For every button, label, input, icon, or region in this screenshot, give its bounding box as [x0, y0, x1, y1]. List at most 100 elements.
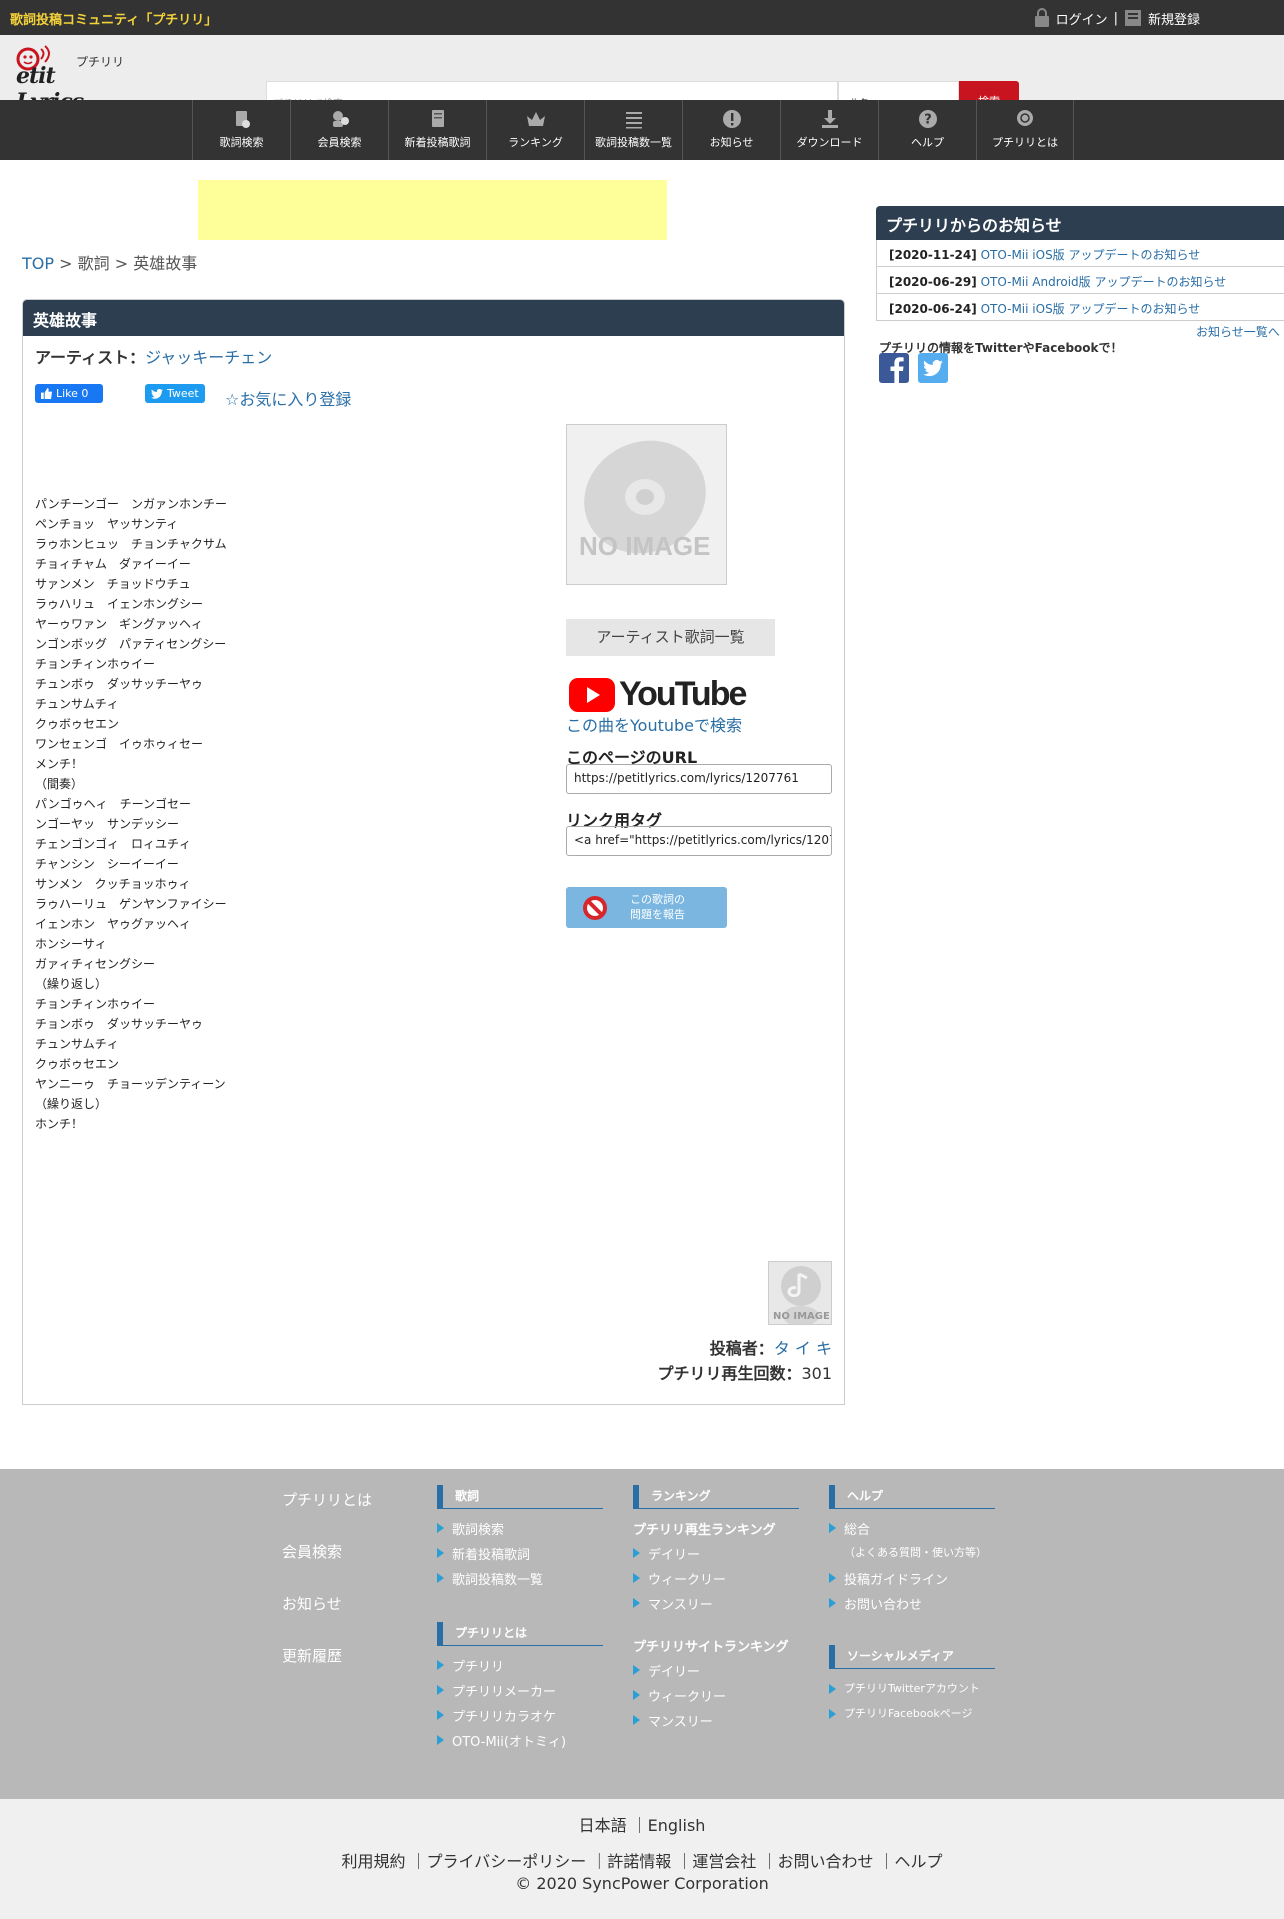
- news-link[interactable]: OTO-Mii iOS版 アップデートのお知らせ: [981, 248, 1201, 262]
- lyrics-panel: 英雄故事 アーティスト：ジャッキーチェン Like 0 Tweet ☆お気に入り…: [22, 299, 845, 1405]
- nav-item-6[interactable]: お知らせ: [682, 100, 780, 160]
- facebook-icon[interactable]: [879, 353, 909, 383]
- footer-social-list: プチリリTwitterアカウント プチリリFacebookページ: [829, 1680, 980, 1730]
- breadcrumb-lyrics[interactable]: 歌詞: [78, 254, 110, 273]
- news-more-link[interactable]: お知らせ一覧へ: [1196, 323, 1280, 340]
- lyric-line: ペンチョッ ヤッサンティ: [35, 517, 179, 531]
- login-link[interactable]: ログイン: [1056, 9, 1108, 28]
- member-search-icon: [332, 111, 349, 127]
- footer-link[interactable]: ウィークリー: [633, 1569, 726, 1594]
- news-item[interactable]: [2020-11-24] OTO-Mii iOS版 アップデートのお知らせ: [877, 240, 1284, 267]
- nav-item-7[interactable]: ダウンロード: [780, 100, 878, 160]
- lyric-line: イェンホン ヤゥグァッヘィ: [35, 917, 192, 931]
- nav-item-label: ヘルプ: [911, 136, 944, 149]
- nav-item-2[interactable]: 会員検索: [290, 100, 388, 160]
- poster-no-image-text: NO IMAGE: [773, 1311, 830, 1322]
- footer-link[interactable]: マンスリー: [633, 1594, 726, 1619]
- language-switcher[interactable]: 日本語 ｜English: [0, 1812, 1284, 1836]
- footer-link[interactable]: お問い合わせ: [829, 1594, 987, 1619]
- lyric-line: パンチーンゴー ンガァンホンチー: [35, 497, 228, 511]
- favorite-link[interactable]: ☆お気に入り登録: [225, 386, 351, 410]
- lyric-line: チョンチィンホゥイー: [35, 657, 156, 671]
- footer-link[interactable]: プチリリ: [437, 1656, 566, 1681]
- lock-icon: [1034, 8, 1049, 27]
- youtube-logo[interactable]: YouTube: [569, 675, 747, 714]
- lyric-line: チャンシン シーイーイー: [35, 857, 179, 871]
- nav-item-3[interactable]: 新着投稿歌詞: [388, 100, 486, 160]
- footer-main-link[interactable]: お知らせ: [282, 1593, 372, 1645]
- footer-link[interactable]: プチリリメーカー: [437, 1681, 566, 1706]
- footer-link[interactable]: 総合: [829, 1519, 987, 1544]
- artist-line: アーティスト：ジャッキーチェン: [35, 344, 272, 368]
- nav-item-8[interactable]: ? ヘルプ: [878, 100, 976, 160]
- nav-item-label: ダウンロード: [796, 136, 863, 149]
- poster-avatar[interactable]: NO IMAGE: [768, 1261, 832, 1325]
- nav-item-9[interactable]: プチリリとは: [976, 100, 1074, 160]
- lyric-line: サンメン クッチョッホゥィ: [35, 877, 191, 891]
- news-link[interactable]: OTO-Mii iOS版 アップデートのお知らせ: [981, 302, 1201, 316]
- footer-link[interactable]: デイリー: [633, 1544, 726, 1569]
- link-tag-field[interactable]: <a href="https://petitlyrics.com/lyrics/…: [566, 826, 832, 856]
- twitter-icon[interactable]: [918, 353, 948, 383]
- footer-main-links: プチリリとは 会員検索 お知らせ 更新履歴: [282, 1489, 372, 1697]
- lyric-line: チョンボゥ ダッサッチーヤゥ: [35, 1017, 204, 1031]
- breadcrumb-current: 英雄故事: [133, 254, 198, 273]
- breadcrumb: TOP > 歌詞 > 英雄故事: [22, 250, 197, 274]
- artist-link[interactable]: ジャッキーチェン: [145, 348, 272, 367]
- footer-link[interactable]: プチリリTwitterアカウント: [829, 1680, 980, 1705]
- footer-link[interactable]: 新着投稿歌詞: [437, 1544, 543, 1569]
- footer-main-link[interactable]: 会員検索: [282, 1541, 372, 1593]
- breadcrumb-top[interactable]: TOP: [22, 254, 54, 273]
- poster-link[interactable]: タ イ キ: [774, 1339, 832, 1358]
- news-item[interactable]: [2020-06-29] OTO-Mii Android版 アップデートのお知ら…: [877, 267, 1284, 294]
- youtube-search-link[interactable]: この曲をYoutubeで検索: [566, 712, 742, 736]
- youtube-text: YouTube: [619, 675, 747, 713]
- lyric-line: チョィチャム ダァイーイー: [35, 557, 191, 571]
- footer-link[interactable]: デイリー: [633, 1661, 726, 1686]
- account-links: ログイン | 新規登録: [1034, 8, 1200, 28]
- news-item[interactable]: [2020-06-24] OTO-Mii iOS版 アップデートのお知らせ: [877, 294, 1284, 321]
- nav-item-4[interactable]: ランキング: [486, 100, 584, 160]
- site-title[interactable]: 歌詞投稿コミュニティ「プチリリ」: [10, 9, 217, 28]
- register-link[interactable]: 新規登録: [1148, 9, 1200, 28]
- facebook-like-button[interactable]: Like 0: [35, 384, 103, 403]
- top-bar: 歌詞投稿コミュニティ「プチリリ」 ログイン | 新規登録: [0, 0, 1284, 35]
- site-logo[interactable]: プチリリ etit Lyrics: [14, 41, 124, 115]
- artist-lyrics-list-button[interactable]: アーティスト歌詞一覧: [566, 619, 775, 656]
- footer-bottom: 日本語 ｜English 利用規約 ｜プライバシーポリシー ｜許諾情報 ｜運営会…: [0, 1799, 1284, 1919]
- tweet-button[interactable]: Tweet: [145, 384, 205, 403]
- svg-text:?: ?: [924, 113, 932, 128]
- question-icon: ?: [918, 110, 937, 128]
- footer-main-link[interactable]: 更新履歴: [282, 1645, 372, 1697]
- ad-banner[interactable]: [198, 180, 667, 240]
- news-link[interactable]: OTO-Mii Android版 アップデートのお知らせ: [981, 275, 1227, 289]
- like-label: Like 0: [56, 387, 89, 400]
- footer-link[interactable]: プチリリカラオケ: [437, 1706, 566, 1731]
- crown-icon: [526, 112, 545, 126]
- lyric-line: ホンチ！: [35, 1117, 84, 1131]
- footer-link[interactable]: 歌詞検索: [437, 1519, 543, 1544]
- report-problem-button[interactable]: この歌詞の 問題を報告: [566, 887, 727, 928]
- poster-line: 投稿者：タ イ キ: [710, 1335, 832, 1359]
- page-url-field[interactable]: https://petitlyrics.com/lyrics/1207761: [566, 764, 832, 794]
- nav-item-label: ランキング: [508, 136, 563, 149]
- footer-link[interactable]: OTO-Mii(オトミィ): [437, 1731, 566, 1756]
- nav-item-label: お知らせ: [709, 136, 754, 149]
- footer-ranking-heading: ランキング: [633, 1485, 799, 1509]
- nav-item-1[interactable]: 歌詞検索: [192, 100, 290, 160]
- lyric-line: ンゴンボッグ パァティセングシー: [35, 637, 227, 651]
- nav-item-5[interactable]: 歌詞投稿数一覧: [584, 100, 682, 160]
- footer-link[interactable]: 歌詞投稿数一覧: [437, 1569, 543, 1594]
- footer-link[interactable]: ウィークリー: [633, 1686, 726, 1711]
- footer-link[interactable]: プチリリFacebookページ: [829, 1705, 980, 1730]
- youtube-play-icon: [569, 677, 615, 712]
- no-image-text: NO IMAGE: [579, 531, 711, 561]
- thumbs-up-icon: [41, 388, 52, 399]
- footer-help-list: 総合 （よくある質問・使い方等） 投稿ガイドライン お問い合わせ: [829, 1519, 987, 1619]
- breadcrumb-sep: >: [109, 254, 134, 273]
- footer-legal-links[interactable]: 利用規約 ｜プライバシーポリシー ｜許諾情報 ｜運営会社 ｜お問い合わせ ｜ヘル…: [0, 1848, 1284, 1872]
- lyric-line: チェンゴンゴィ ロィユチィ: [35, 837, 192, 851]
- footer-main-link[interactable]: プチリリとは: [282, 1489, 372, 1541]
- footer-link[interactable]: マンスリー: [633, 1711, 726, 1736]
- footer-link[interactable]: 投稿ガイドライン: [829, 1569, 987, 1594]
